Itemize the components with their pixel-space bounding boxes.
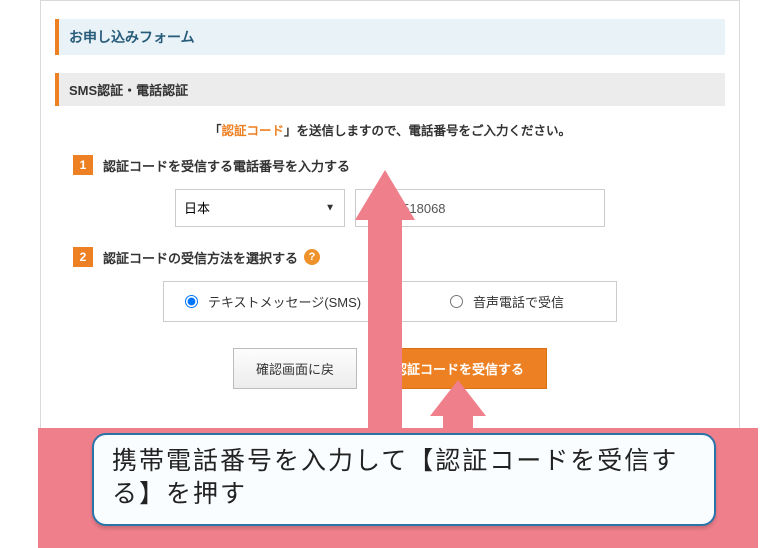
submit-button[interactable]: 認証コードを受信する [371,348,547,389]
instruction-keyword: 認証コード [221,124,284,138]
radio-sms-input[interactable] [185,295,198,308]
step-1-label: 認証コードを受信する電話番号を入力する [103,156,350,175]
radio-voice-label: 音声電話で受信 [473,292,564,311]
step-2-label: 認証コードの受信方法を選択する [103,248,298,267]
section-title: SMS認証・電話認証 [55,73,725,106]
country-select-wrap[interactable]: 日本 [175,189,345,227]
button-row: 確認画面に戻 認証コードを受信する [55,348,725,389]
radio-sms-box[interactable]: テキストメッセージ(SMS) [163,281,383,322]
instruction-suffix: 」を送信しますので、電話番号をご入力ください。 [284,124,571,138]
radio-voice-input[interactable] [450,295,463,308]
phone-number-input[interactable] [355,189,605,227]
help-icon[interactable]: ? [304,249,320,265]
back-button[interactable]: 確認画面に戻 [233,348,357,389]
form-frame: お申し込みフォーム SMS認証・電話認証 「認証コード」を送信しますので、電話番… [40,0,740,430]
step-2-row: 2 認証コードの受信方法を選択する ? [73,247,725,267]
radio-sms-label: テキストメッセージ(SMS) [208,292,361,311]
radio-voice-box[interactable]: 音声電話で受信 [397,281,617,322]
annotation-callout: 携帯電話番号を入力して【認証コードを受信する】を押す [92,433,716,527]
radio-row: テキストメッセージ(SMS) 音声電話で受信 [55,281,725,322]
instruction-text: 「認証コード」を送信しますので、電話番号をご入力ください。 [55,120,725,139]
step-2-number: 2 [73,247,93,267]
step-1-row: 1 認証コードを受信する電話番号を入力する [73,155,725,175]
step-1-number: 1 [73,155,93,175]
country-select[interactable]: 日本 [175,189,345,227]
phone-input-row: 日本 [55,189,725,227]
instruction-prefix: 「 [209,124,222,138]
page-title: お申し込みフォーム [55,19,725,55]
